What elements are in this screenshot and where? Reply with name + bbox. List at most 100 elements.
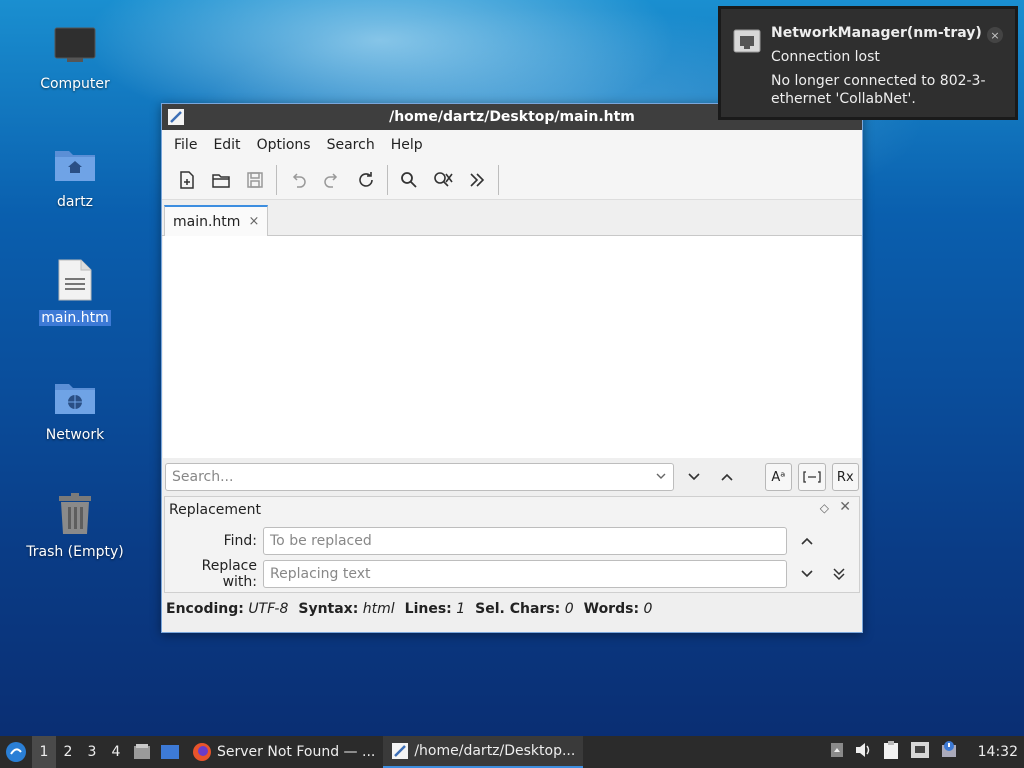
task-label: /home/dartz/Desktop...: [414, 743, 576, 759]
taskbar: 1 2 3 4 Server Not Found — ... /home/dar…: [0, 736, 1024, 768]
menu-options[interactable]: Options: [249, 133, 319, 157]
desktop-icon-main-htm[interactable]: main.htm: [20, 256, 130, 326]
replace-placeholder: Replacing text: [270, 566, 371, 582]
float-panel-icon[interactable]: ◇: [820, 501, 829, 515]
lubuntu-logo-icon: [6, 742, 26, 762]
clock[interactable]: 14:32: [978, 744, 1018, 760]
trash-icon: [51, 490, 99, 538]
workspace-3[interactable]: 3: [80, 736, 104, 768]
status-lines: Lines: 1: [404, 601, 466, 617]
desktop-icon-label: main.htm: [39, 310, 111, 326]
workspace-4[interactable]: 4: [104, 736, 128, 768]
replace-field[interactable]: Replacing text: [263, 560, 787, 588]
undo-icon[interactable]: [281, 164, 315, 196]
menu-help[interactable]: Help: [383, 133, 431, 157]
text-editor-area[interactable]: [163, 236, 861, 458]
find-field[interactable]: To be replaced: [263, 527, 787, 555]
find-previous-button[interactable]: [713, 463, 740, 491]
redo-icon[interactable]: [315, 164, 349, 196]
status-words: Words: 0: [583, 601, 653, 617]
replace-next-button[interactable]: [793, 560, 821, 588]
task-firefox[interactable]: Server Not Found — ...: [184, 736, 383, 768]
update-notifier-icon[interactable]: [940, 741, 958, 763]
tab-main-htm[interactable]: main.htm ×: [164, 205, 269, 236]
match-case-button[interactable]: Aᵃ: [764, 463, 793, 491]
desktop-icon-label: Computer: [40, 76, 110, 92]
clipboard-icon[interactable]: [882, 740, 900, 764]
tab-close-icon[interactable]: ×: [248, 214, 259, 229]
menu-file[interactable]: File: [166, 133, 205, 157]
more-icon[interactable]: [460, 164, 494, 196]
desktop-icon-label: dartz: [56, 194, 94, 210]
text-editor-icon[interactable]: [167, 108, 185, 126]
open-folder-icon[interactable]: [204, 164, 238, 196]
desktop-icon-label: Network: [45, 427, 105, 443]
notification-summary: Connection lost: [771, 49, 880, 65]
tab-bar: main.htm ×: [162, 200, 862, 236]
editor-window: /home/dartz/Desktop/main.htm File Edit O…: [161, 103, 863, 633]
notification-popup[interactable]: NetworkManager(nm-tray) Connection lost …: [718, 6, 1018, 120]
new-file-icon[interactable]: [170, 164, 204, 196]
toolbar-separator: [498, 164, 499, 195]
workspace-1[interactable]: 1: [32, 736, 56, 768]
desktop-icon-dartz[interactable]: dartz: [20, 140, 130, 210]
status-encoding: Encoding: UTF-8: [166, 601, 289, 617]
toolbar: [162, 160, 862, 200]
volume-icon[interactable]: [854, 742, 872, 762]
system-tray: 14:32: [830, 740, 1024, 764]
reload-icon[interactable]: [349, 164, 383, 196]
find-row: Find: To be replaced: [165, 527, 821, 555]
replacement-title: Replacement: [169, 502, 261, 518]
text-file-icon: [51, 256, 99, 304]
show-desktop-button[interactable]: [156, 736, 184, 768]
status-selchars: Sel. Chars: 0: [475, 601, 574, 617]
search-bar: Search... Aᵃ Rx: [162, 458, 862, 496]
close-panel-icon[interactable]: ✕: [839, 499, 851, 515]
file-manager-launcher[interactable]: [128, 736, 156, 768]
notification-body: No longer connected to 802-3-ethernet 'C…: [771, 73, 986, 107]
notification-title: NetworkManager(nm-tray): [771, 25, 982, 41]
search-input[interactable]: Search...: [165, 463, 674, 491]
status-bar: Encoding: UTF-8 Syntax: html Lines: 1 Se…: [162, 593, 862, 625]
start-menu-button[interactable]: [0, 736, 32, 768]
desktop-icon-network[interactable]: Network: [20, 373, 130, 443]
window-title: /home/dartz/Desktop/main.htm: [389, 109, 635, 125]
text-editor-icon: [392, 743, 409, 759]
find-next-button[interactable]: [680, 463, 707, 491]
menubar: File Edit Options Search Help: [162, 130, 862, 160]
replace-all-button[interactable]: [825, 560, 853, 588]
regex-button[interactable]: Rx: [831, 463, 859, 491]
desktop-icon-computer[interactable]: Computer: [20, 22, 130, 92]
find-label: Find:: [223, 533, 257, 549]
menu-search[interactable]: Search: [319, 133, 383, 157]
notification-close-button[interactable]: ×: [987, 27, 1003, 43]
desktop-icon: [161, 745, 179, 759]
save-icon[interactable]: [238, 164, 272, 196]
replace-row: Replace with: Replacing text: [165, 558, 853, 590]
workspace-2[interactable]: 2: [56, 736, 80, 768]
firefox-icon: [193, 743, 211, 761]
replacement-panel: Replacement ◇ ✕ Find: To be replaced Rep…: [164, 496, 860, 593]
desktop-icon-trash[interactable]: Trash (Empty): [20, 490, 130, 560]
home-folder-icon: [51, 140, 99, 188]
find-replace-icon[interactable]: [426, 164, 460, 196]
status-syntax: Syntax: html: [298, 601, 395, 617]
arrow-up-icon[interactable]: [830, 742, 844, 762]
file-manager-icon: [134, 744, 150, 759]
menu-edit[interactable]: Edit: [205, 133, 248, 157]
toolbar-separator: [387, 164, 388, 195]
replace-previous-button[interactable]: [793, 527, 821, 555]
network-wired-icon: [733, 29, 761, 57]
network-folder-icon: [51, 373, 99, 421]
network-icon[interactable]: [910, 741, 930, 763]
find-icon[interactable]: [392, 164, 426, 196]
toolbar-separator: [276, 164, 277, 195]
replace-label: Replace with:: [201, 558, 257, 590]
computer-icon: [51, 22, 99, 70]
whole-word-button[interactable]: [798, 463, 826, 491]
tab-label: main.htm: [173, 213, 241, 230]
task-label: Server Not Found — ...: [217, 744, 376, 760]
task-text-editor[interactable]: /home/dartz/Desktop...: [383, 736, 584, 768]
desktop-icon-label: Trash (Empty): [26, 544, 124, 560]
chevron-down-icon[interactable]: [655, 470, 667, 486]
